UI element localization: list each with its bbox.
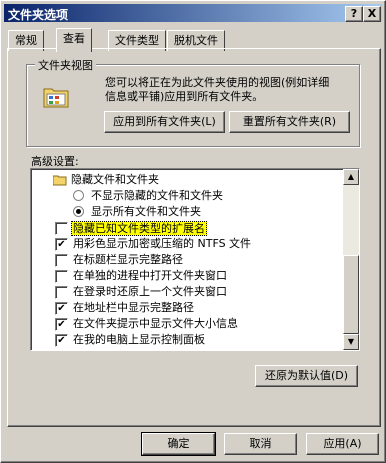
reset-all-folders-button[interactable]: 重置所有文件夹(R) <box>229 111 350 133</box>
radio-button[interactable] <box>73 206 84 217</box>
checkbox[interactable] <box>55 254 68 267</box>
ok-button[interactable]: 确定 <box>141 432 216 456</box>
checkbox[interactable]: ✔ <box>55 238 68 251</box>
radio-button[interactable] <box>73 190 84 201</box>
folder-views-description: 您可以将正在为此文件夹使用的视图(例如详细 信息或平铺)应用到所有文件夹。 <box>105 76 355 104</box>
list-item-label: 显示所有文件和文件夹 <box>91 205 201 218</box>
apply-to-all-folders-button[interactable]: 应用到所有文件夹(L) <box>104 111 225 133</box>
list-item-label: 隐藏已知文件类型的扩展名 <box>71 221 207 236</box>
title-bar[interactable]: 文件夹选项 ? X <box>4 4 382 22</box>
folder-views-label: 文件夹视图 <box>35 57 96 73</box>
checkbox[interactable]: ✔ <box>55 334 68 347</box>
cancel-button[interactable]: 取消 <box>224 433 297 455</box>
apply-button[interactable]: 应用(A) <box>306 433 379 455</box>
list-item-label: 在文件夹提示中显示文件大小信息 <box>73 317 238 330</box>
window-title: 文件夹选项 <box>8 8 69 22</box>
tab-view[interactable]: 查看 <box>56 28 92 52</box>
folder-views-icon <box>42 81 72 111</box>
folder-icon <box>52 174 67 191</box>
list-item-label: 用彩色显示加密或压缩的 NTFS 文件 <box>73 237 252 250</box>
restore-defaults-button[interactable]: 还原为默认值(D) <box>255 365 358 387</box>
description-line-2: 信息或平铺)应用到所有文件夹。 <box>105 90 264 103</box>
folder-options-dialog: 文件夹选项 ? X 常规 查看 文件类型 脱机文件 文件夹视图 您可以将正在为此… <box>0 0 386 463</box>
checkbox[interactable] <box>55 270 68 283</box>
checkbox[interactable] <box>55 286 68 299</box>
radio-selected-dot <box>76 209 81 214</box>
list-item-label: 在地址栏中显示完整路径 <box>73 301 194 314</box>
checkbox[interactable]: ✔ <box>55 302 68 315</box>
list-item-label: 在标题栏显示完整路径 <box>73 253 183 266</box>
scroll-up-icon[interactable]: ▲ <box>343 169 359 185</box>
help-button[interactable]: ? <box>345 6 363 22</box>
scrollbar-thumb[interactable] <box>343 255 359 334</box>
close-button[interactable]: X <box>363 6 381 22</box>
vertical-scrollbar[interactable]: ▲ ▼ <box>343 169 359 350</box>
scroll-down-icon[interactable]: ▼ <box>343 334 359 350</box>
list-item-label: 在我的电脑上显示控制面板 <box>73 333 205 346</box>
checkbox[interactable] <box>55 222 68 235</box>
advanced-settings-label: 高级设置: <box>31 155 79 168</box>
description-line-1: 您可以将正在为此文件夹使用的视图(例如详细 <box>105 76 330 89</box>
list-item-label: 不显示隐藏的文件和文件夹 <box>91 189 223 202</box>
list-item-label: 在登录时还原上一个文件夹窗口 <box>73 285 227 298</box>
checkbox[interactable]: ✔ <box>55 318 68 331</box>
advanced-settings-list[interactable]: 隐藏文件和文件夹 不显示隐藏的文件和文件夹 显示所有文件和文件夹 隐藏已知文件类… <box>30 168 360 351</box>
list-item-label: 隐藏文件和文件夹 <box>71 173 159 186</box>
list-item-label: 在单独的进程中打开文件夹窗口 <box>73 269 227 282</box>
